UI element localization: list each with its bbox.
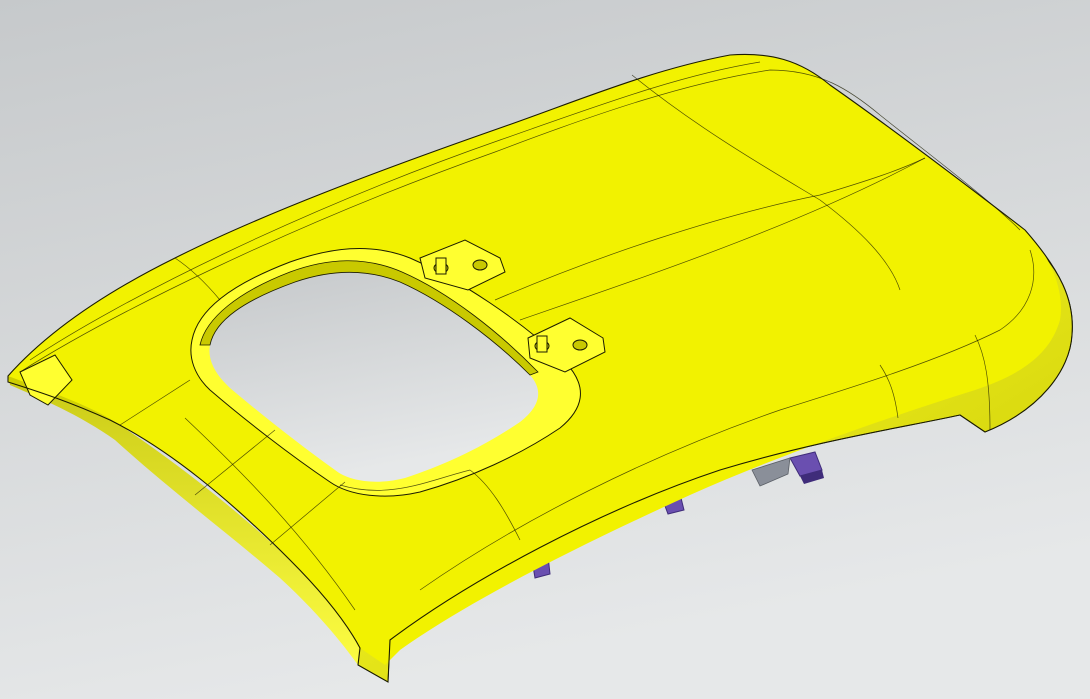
roof-headliner-model[interactable] <box>0 0 1090 699</box>
cad-viewport[interactable] <box>0 0 1090 699</box>
